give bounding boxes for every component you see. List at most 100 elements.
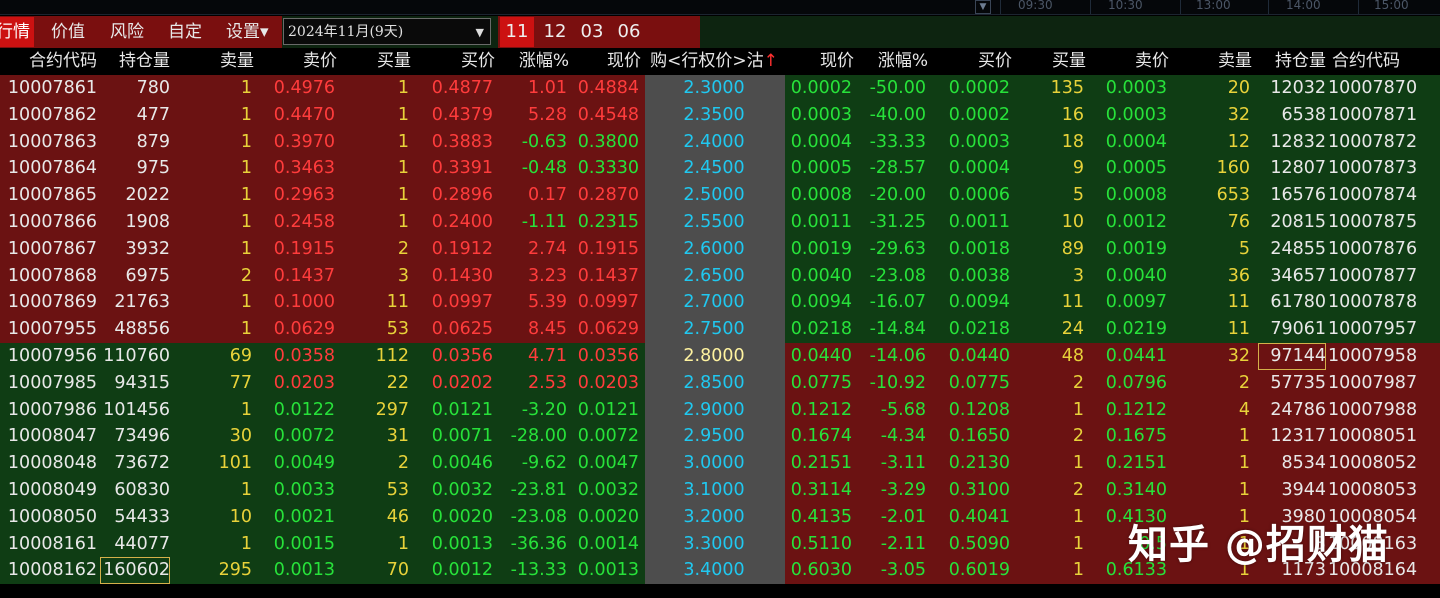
call-last[interactable]: 0.0203 — [575, 370, 639, 397]
call-last[interactable]: 0.0013 — [575, 557, 639, 584]
call-ask-vol[interactable]: 1 — [190, 397, 252, 424]
put-bid[interactable]: 0.0440 — [940, 343, 1010, 370]
put-last[interactable]: 0.0040 — [790, 263, 852, 290]
call-oi[interactable]: 6975 — [100, 263, 170, 290]
put-code[interactable]: 10007957 — [1328, 316, 1417, 343]
put-ask-vol[interactable]: 12 — [1180, 129, 1250, 156]
call-bid-vol[interactable]: 22 — [345, 370, 409, 397]
put-bid[interactable]: 0.1650 — [940, 423, 1010, 450]
table-row[interactable]: 10007955 48856 1 0.0629 53 0.0625 8.45 0.0629 2.… — [0, 316, 1440, 343]
call-oi[interactable]: 54433 — [100, 504, 170, 531]
call-bid[interactable]: 0.4877 — [425, 75, 493, 102]
put-bid-vol[interactable]: 3 — [1020, 263, 1084, 290]
put-ask-vol[interactable]: 32 — [1180, 343, 1250, 370]
call-bid[interactable]: 0.3391 — [425, 155, 493, 182]
call-chg[interactable]: 0.17 — [505, 182, 567, 209]
call-oi[interactable]: 160602 — [100, 557, 170, 585]
call-last[interactable]: 0.0997 — [575, 289, 639, 316]
put-chg[interactable]: -3.29 — [860, 477, 926, 504]
strike-price[interactable]: 2.8500 — [650, 370, 778, 397]
put-bid[interactable]: 0.0004 — [940, 155, 1010, 182]
put-code[interactable]: 10007987 — [1328, 370, 1417, 397]
call-ask[interactable]: 0.0203 — [270, 370, 335, 397]
put-oi[interactable]: 24855 — [1258, 236, 1326, 263]
call-chg[interactable]: 2.74 — [505, 236, 567, 263]
put-bid-vol[interactable]: 1 — [1020, 504, 1084, 531]
put-bid-vol[interactable]: 10 — [1020, 209, 1084, 236]
call-chg[interactable]: 3.23 — [505, 263, 567, 290]
call-bid-vol[interactable]: 2 — [345, 450, 409, 477]
month-tab-06[interactable]: 06 — [612, 17, 646, 47]
call-chg[interactable]: 2.53 — [505, 370, 567, 397]
call-ask-vol[interactable]: 69 — [190, 343, 252, 370]
call-ask[interactable]: 0.0021 — [270, 504, 335, 531]
header-call-oi[interactable]: 持仓量 — [100, 48, 170, 74]
strike-price[interactable]: 3.1000 — [650, 477, 778, 504]
put-ask[interactable]: 0.0441 — [1095, 343, 1167, 370]
put-ask[interactable]: 0.3140 — [1095, 477, 1167, 504]
call-chg[interactable]: -23.08 — [505, 504, 567, 531]
put-ask-vol[interactable]: 1 — [1180, 450, 1250, 477]
call-ask-vol[interactable]: 1 — [190, 75, 252, 102]
tab-quotes[interactable]: 行情 — [0, 17, 34, 47]
put-last[interactable]: 0.0011 — [790, 209, 852, 236]
put-chg[interactable]: -3.11 — [860, 450, 926, 477]
call-ask[interactable]: 0.3463 — [270, 155, 335, 182]
put-last[interactable]: 0.0094 — [790, 289, 852, 316]
put-bid-vol[interactable]: 16 — [1020, 102, 1084, 129]
call-bid[interactable]: 0.0625 — [425, 316, 493, 343]
call-chg[interactable]: -36.36 — [505, 531, 567, 558]
strike-price[interactable]: 2.3500 — [650, 102, 778, 129]
put-last[interactable]: 0.3114 — [790, 477, 852, 504]
strike-price[interactable]: 3.0000 — [650, 450, 778, 477]
strike-price[interactable]: 2.3000 — [650, 75, 778, 102]
put-bid[interactable]: 0.0011 — [940, 209, 1010, 236]
put-ask-vol[interactable]: 11 — [1180, 289, 1250, 316]
put-code[interactable]: 10007871 — [1328, 102, 1417, 129]
put-oi[interactable]: 6538 — [1258, 102, 1326, 129]
put-ask-vol[interactable]: 4 — [1180, 397, 1250, 424]
call-bid-vol[interactable]: 46 — [345, 504, 409, 531]
call-chg[interactable]: -1.11 — [505, 209, 567, 236]
put-bid[interactable]: 0.1208 — [940, 397, 1010, 424]
call-bid[interactable]: 0.0032 — [425, 477, 493, 504]
call-chg[interactable]: -9.62 — [505, 450, 567, 477]
call-ask[interactable]: 0.0358 — [270, 343, 335, 370]
put-ask[interactable]: 0.1212 — [1095, 397, 1167, 424]
put-code[interactable]: 10007877 — [1328, 263, 1417, 290]
table-row[interactable]: 10007985 94315 77 0.0203 22 0.0202 2.53 0.0203 2… — [0, 369, 1440, 397]
call-chg[interactable]: -3.20 — [505, 397, 567, 424]
call-ask[interactable]: 0.1437 — [270, 263, 335, 290]
strike-price[interactable]: 2.5500 — [650, 209, 778, 236]
put-last[interactable]: 0.0775 — [790, 370, 852, 397]
call-last[interactable]: 0.0629 — [575, 316, 639, 343]
put-bid-vol[interactable]: 9 — [1020, 155, 1084, 182]
strike-price[interactable]: 3.4000 — [650, 557, 778, 584]
timeline-toggle-icon[interactable]: ▼ — [975, 0, 991, 14]
put-bid-vol[interactable]: 24 — [1020, 316, 1084, 343]
call-last[interactable]: 0.1437 — [575, 263, 639, 290]
put-last[interactable]: 0.0440 — [790, 343, 852, 370]
call-last[interactable]: 0.0020 — [575, 504, 639, 531]
call-chg[interactable]: -13.33 — [505, 557, 567, 584]
strike-price[interactable]: 2.8000 — [650, 343, 778, 370]
call-bid[interactable]: 0.2896 — [425, 182, 493, 209]
strike-price[interactable]: 2.6000 — [650, 236, 778, 263]
put-bid-vol[interactable]: 89 — [1020, 236, 1084, 263]
call-code[interactable]: 10008049 — [0, 477, 97, 504]
call-last[interactable]: 0.0014 — [575, 531, 639, 558]
call-bid[interactable]: 0.0997 — [425, 289, 493, 316]
put-chg[interactable]: -40.00 — [860, 102, 926, 129]
call-bid[interactable]: 0.0046 — [425, 450, 493, 477]
call-code[interactable]: 10008048 — [0, 450, 97, 477]
put-last[interactable]: 0.0004 — [790, 129, 852, 156]
put-last[interactable]: 0.0218 — [790, 316, 852, 343]
tab-custom[interactable]: 自定 — [168, 17, 202, 47]
header-call-ask-vol[interactable]: 卖量 — [190, 48, 254, 74]
put-chg[interactable]: -2.11 — [860, 531, 926, 558]
call-ask-vol[interactable]: 1 — [190, 209, 252, 236]
call-ask[interactable]: 0.0629 — [270, 316, 335, 343]
put-oi[interactable]: 3944 — [1258, 477, 1326, 504]
call-last[interactable]: 0.0072 — [575, 423, 639, 450]
call-bid-vol[interactable]: 1 — [345, 209, 409, 236]
